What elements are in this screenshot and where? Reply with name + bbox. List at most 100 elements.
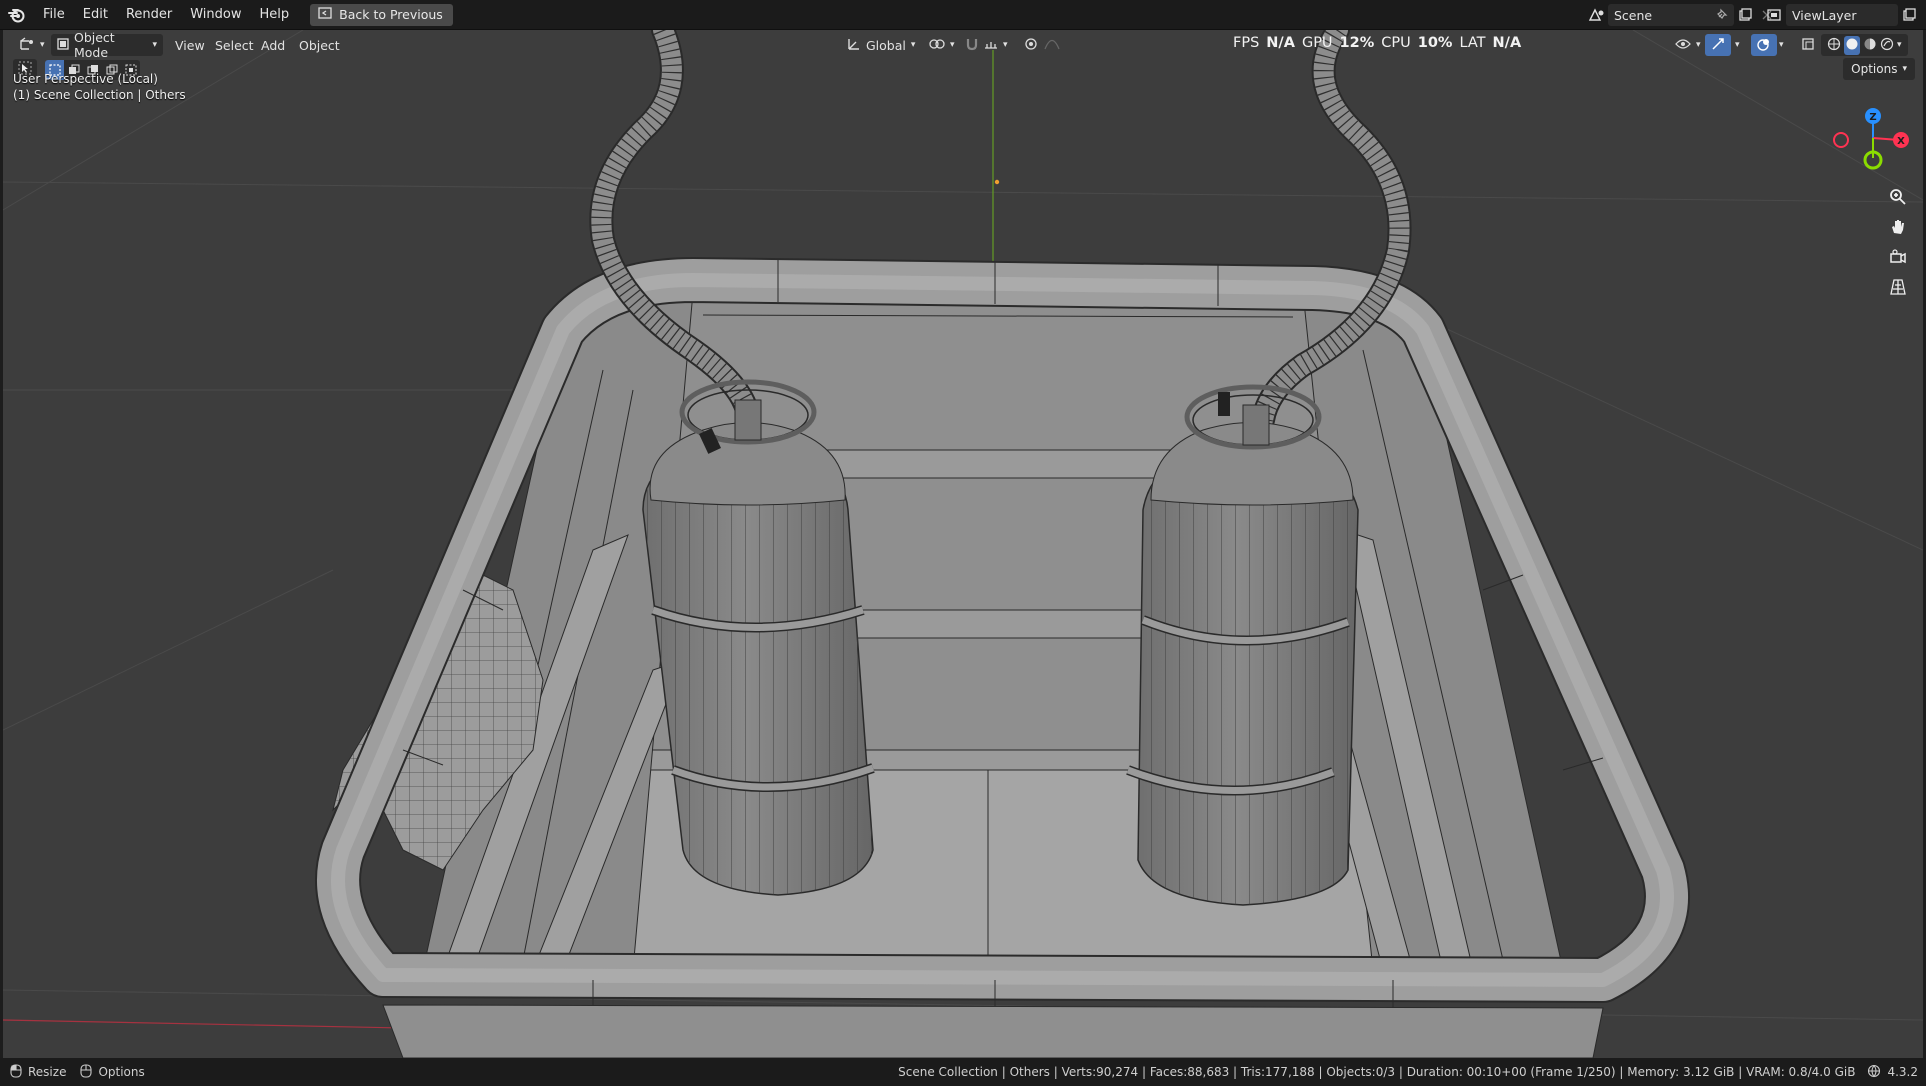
status-info: Scene Collection | Others | Verts:90,274… bbox=[898, 1064, 1918, 1081]
overlays-icon bbox=[1757, 37, 1771, 54]
blender-logo-icon[interactable] bbox=[0, 0, 34, 30]
menu-edit[interactable]: Edit bbox=[74, 0, 117, 30]
menu-select[interactable]: Select bbox=[209, 34, 260, 56]
gizmo-neg-x-axis bbox=[1833, 132, 1849, 148]
cpu-label: CPU bbox=[1381, 35, 1411, 51]
new-scene-icon[interactable] bbox=[1734, 4, 1756, 26]
viewport-options-dropdown[interactable]: Options ▾ bbox=[1843, 58, 1915, 80]
fps-value: N/A bbox=[1266, 35, 1295, 51]
chevron-down-icon: ▾ bbox=[950, 40, 955, 50]
chevron-down-icon: ▾ bbox=[1735, 40, 1740, 50]
back-to-previous-label: Back to Previous bbox=[339, 7, 443, 22]
tray-model bbox=[315, 257, 1690, 1058]
orientation-icon bbox=[847, 37, 861, 54]
xray-icon bbox=[1801, 37, 1815, 54]
3d-viewport[interactable]: ▾ Object Mode ▾ View Select Add Object G… bbox=[3, 30, 1923, 1058]
proportional-editing-toggle[interactable] bbox=[1017, 34, 1066, 56]
collection-label: (1) Scene Collection | Others bbox=[13, 88, 186, 102]
menu-add[interactable]: Add bbox=[255, 34, 291, 56]
overlays-dropdown[interactable]: ▾ bbox=[1773, 34, 1790, 56]
wireframe-shading-icon[interactable] bbox=[1827, 37, 1841, 54]
viewport-header: ▾ Object Mode ▾ View Select Add Object G… bbox=[3, 30, 1923, 60]
editor-type-dropdown[interactable]: ▾ bbox=[13, 34, 51, 56]
chevron-down-icon: ▾ bbox=[1902, 64, 1907, 74]
scene-render bbox=[3, 30, 1923, 1058]
grid-icon bbox=[1889, 278, 1907, 300]
chevron-down-icon: ▾ bbox=[1003, 40, 1008, 50]
zoom-icon bbox=[1889, 188, 1907, 210]
gpu-value: 12% bbox=[1339, 35, 1375, 51]
scene-type-icon[interactable] bbox=[1586, 4, 1608, 26]
gizmo-z-label: Z bbox=[1869, 112, 1876, 123]
lat-value: N/A bbox=[1492, 35, 1522, 51]
transform-orientation-dropdown[interactable]: Global ▾ bbox=[841, 34, 921, 56]
scene-name-field[interactable]: Scene bbox=[1608, 4, 1734, 26]
globe-icon bbox=[1867, 1064, 1881, 1081]
visibility-dropdown[interactable]: ▾ bbox=[1669, 34, 1707, 56]
camera-view-button[interactable] bbox=[1885, 246, 1911, 272]
menu-help[interactable]: Help bbox=[251, 0, 299, 30]
origin-point bbox=[994, 179, 1000, 185]
camera-icon bbox=[1889, 248, 1907, 270]
chevron-down-icon: ▾ bbox=[40, 40, 45, 50]
gizmo-dropdown[interactable]: ▾ bbox=[1729, 34, 1746, 56]
navigation-gizmo[interactable]: Z X bbox=[1823, 96, 1917, 188]
menu-file[interactable]: File bbox=[34, 0, 74, 30]
mouse-right-icon bbox=[80, 1063, 93, 1081]
object-mode-icon bbox=[57, 37, 69, 53]
zoom-button[interactable] bbox=[1885, 186, 1911, 212]
scene-statistics: Scene Collection | Others | Verts:90,274… bbox=[898, 1065, 1856, 1079]
new-view-layer-icon[interactable] bbox=[1898, 4, 1920, 26]
performance-stats: FPS N/A GPU 12% CPU 10% LAT N/A bbox=[1233, 35, 1521, 51]
status-hints: Resize Options bbox=[0, 1063, 145, 1081]
perspective-toggle-button[interactable] bbox=[1885, 276, 1911, 302]
gizmo-icon bbox=[1711, 37, 1725, 54]
chevron-down-icon: ▾ bbox=[910, 40, 916, 50]
gpu-label: GPU bbox=[1301, 35, 1333, 51]
back-to-previous-button[interactable]: Back to Previous bbox=[310, 3, 453, 26]
fps-label: FPS bbox=[1233, 35, 1260, 51]
right-gas-tank bbox=[1126, 384, 1359, 906]
scene-selector: Scene bbox=[1586, 0, 1778, 30]
menu-render[interactable]: Render bbox=[117, 0, 181, 30]
lat-label: LAT bbox=[1459, 35, 1486, 51]
xray-toggle[interactable] bbox=[1795, 34, 1821, 56]
chevron-down-icon: ▾ bbox=[1696, 40, 1701, 50]
falloff-icon bbox=[1044, 38, 1060, 53]
options-hint: Options bbox=[98, 1065, 145, 1079]
pan-button[interactable] bbox=[1885, 216, 1911, 242]
menu-window[interactable]: Window bbox=[181, 0, 250, 30]
view-layer-icon[interactable] bbox=[1764, 4, 1786, 26]
mode-label: Object Mode bbox=[74, 30, 115, 60]
gizmo-x-label: X bbox=[1897, 136, 1905, 147]
pivot-point-dropdown[interactable]: ▾ bbox=[923, 34, 961, 56]
view-layer-field[interactable]: ViewLayer bbox=[1786, 4, 1898, 26]
menu-view[interactable]: View bbox=[169, 34, 211, 56]
proportional-icon bbox=[1023, 37, 1039, 54]
chevron-down-icon[interactable]: ▾ bbox=[1897, 40, 1902, 50]
orientation-label: Global bbox=[866, 37, 906, 53]
delete-view-layer-icon[interactable] bbox=[1920, 4, 1926, 26]
shading-mode-group: ▾ bbox=[1821, 34, 1908, 56]
editor-type-icon bbox=[19, 36, 35, 54]
mouse-left-icon bbox=[10, 1063, 22, 1081]
pivot-icon bbox=[929, 37, 945, 54]
snap-increment-icon bbox=[984, 38, 998, 53]
rendered-shading-icon[interactable] bbox=[1880, 37, 1894, 54]
scene-name: Scene bbox=[1614, 7, 1653, 23]
view-layer-name: ViewLayer bbox=[1792, 7, 1857, 23]
pin-icon[interactable] bbox=[1716, 8, 1728, 23]
top-menu-bar: File Edit Render Window Help Back to Pre… bbox=[0, 0, 1926, 30]
eye-icon bbox=[1675, 38, 1691, 53]
gizmo-toggle[interactable] bbox=[1705, 34, 1731, 56]
snap-toggle[interactable]: ▾ bbox=[959, 34, 1014, 56]
mode-dropdown[interactable]: Object Mode ▾ bbox=[51, 30, 163, 60]
view-name-label: User Perspective (Local) bbox=[13, 72, 158, 86]
version-label: 4.3.2 bbox=[1887, 1065, 1918, 1079]
chevron-down-icon: ▾ bbox=[1779, 40, 1784, 50]
status-bar: Resize Options Scene Collection | Others… bbox=[0, 1058, 1926, 1086]
menu-object[interactable]: Object bbox=[293, 34, 346, 56]
x-axis-line bbox=[3, 1019, 404, 1029]
solid-shading-icon[interactable] bbox=[1844, 35, 1860, 55]
material-shading-icon[interactable] bbox=[1863, 37, 1877, 54]
